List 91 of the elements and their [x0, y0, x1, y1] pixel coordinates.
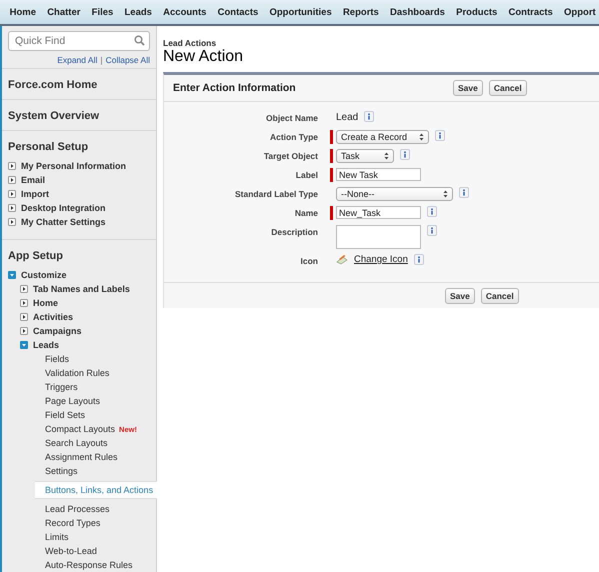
updown-caret-icon	[384, 152, 389, 160]
nav-item[interactable]: Activities	[33, 312, 74, 322]
nav-link[interactable]: Assignment Rules	[45, 450, 150, 464]
expand-toggle-icon[interactable]	[20, 285, 28, 293]
info-icon[interactable]	[427, 225, 437, 236]
nav-item[interactable]: Campaigns	[33, 326, 82, 336]
info-icon[interactable]	[427, 206, 437, 217]
section-title[interactable]: Personal Setup	[8, 141, 150, 153]
nav-item[interactable]: Customize	[21, 270, 67, 280]
search-field[interactable]: Quick Find	[8, 31, 150, 51]
select-field[interactable]: Task	[336, 149, 394, 163]
nav-tab[interactable]: Contracts	[502, 6, 558, 18]
select-field[interactable]: Create a Record	[336, 130, 429, 144]
nav-tab[interactable]: Opport	[558, 6, 599, 18]
field-value: Lead	[336, 111, 358, 123]
expand-toggle-icon[interactable]	[20, 313, 28, 321]
nav-item[interactable]: Leads	[33, 340, 60, 350]
nav-link[interactable]: Lead Processes	[45, 502, 150, 516]
section-title[interactable]: Force.com Home	[8, 79, 150, 91]
separator: |	[100, 55, 103, 65]
nav-link[interactable]: Record Types	[45, 516, 150, 530]
nav-tab[interactable]: Products	[450, 6, 503, 18]
action-button[interactable]: Cancel	[488, 80, 527, 96]
expand-all-link[interactable]: Expand All	[57, 55, 98, 65]
field-label: Icon	[300, 255, 319, 266]
nav-tab[interactable]: Home	[4, 6, 42, 18]
nav-link[interactable]: Auto-Response Rules	[45, 558, 150, 572]
updown-caret-icon	[419, 133, 424, 141]
collapse-all-link[interactable]: Collapse All	[106, 55, 150, 65]
nav-link[interactable]: Web-to-Lead	[45, 544, 150, 558]
nav-item[interactable]: My Chatter Settings	[21, 217, 106, 227]
field-label: Action Type	[268, 131, 319, 142]
expand-toggle-icon[interactable]	[8, 162, 16, 170]
info-icon[interactable]	[459, 187, 469, 198]
panel-title: Enter Action Information	[173, 82, 297, 94]
nav-link[interactable]: Fields	[45, 352, 150, 366]
expand-toggle-icon[interactable]	[8, 218, 16, 226]
nav-tab[interactable]: Dashboards	[384, 6, 451, 18]
input-field[interactable]: New Task	[336, 168, 421, 181]
nav-item[interactable]: Home	[33, 298, 58, 308]
section-title[interactable]: App Setup	[8, 250, 150, 262]
field-label: Description	[270, 226, 319, 237]
select-field[interactable]: --None--	[336, 187, 453, 201]
page-title: New Action	[163, 48, 244, 66]
action-button[interactable]: Cancel	[480, 288, 519, 304]
field-label: Standard Label Type	[234, 188, 319, 199]
nav-link[interactable]: Limits	[45, 530, 150, 544]
nav-tab[interactable]: Contacts	[212, 6, 264, 18]
input-field[interactable]: New_Task	[336, 206, 421, 219]
nav-tab[interactable]: Chatter	[42, 6, 86, 18]
nav-tab[interactable]: Opportunities	[264, 6, 338, 18]
nav-tab[interactable]: Leads	[118, 6, 158, 18]
search-icon[interactable]	[134, 35, 145, 46]
nav-tab[interactable]: Files	[86, 6, 119, 18]
breadcrumb: Lead Actions	[163, 38, 218, 48]
action-button[interactable]: Save	[453, 80, 483, 96]
nav-item[interactable]: Desktop Integration	[21, 203, 106, 213]
collapse-toggle-icon[interactable]	[20, 341, 28, 349]
collapse-toggle-icon[interactable]	[8, 271, 16, 279]
nav-item[interactable]: My Personal Information	[21, 161, 126, 171]
nav-item[interactable]: Tab Names and Labels	[33, 284, 130, 294]
info-icon[interactable]	[435, 130, 445, 141]
nav-item[interactable]: Import	[21, 189, 49, 199]
nav-link[interactable]: Search Layouts	[45, 436, 150, 450]
field-label: Object Name	[265, 112, 319, 123]
field-label: Name	[294, 207, 319, 218]
expand-toggle-icon[interactable]	[20, 299, 28, 307]
expand-toggle-icon[interactable]	[8, 204, 16, 212]
section-title[interactable]: System Overview	[8, 110, 150, 122]
expand-toggle-icon[interactable]	[8, 176, 16, 184]
expand-toggle-icon[interactable]	[8, 190, 16, 198]
updown-caret-icon	[443, 190, 448, 198]
field-label: Label	[294, 169, 319, 180]
change-icon-link[interactable]: Change Icon	[354, 254, 408, 265]
info-icon[interactable]	[400, 149, 410, 160]
field-label: Target Object	[262, 150, 319, 161]
nav-link[interactable]: Validation Rules	[45, 366, 150, 380]
info-icon[interactable]	[364, 111, 374, 122]
notepad-icon	[336, 254, 348, 265]
nav-item[interactable]: Email	[21, 175, 46, 185]
expand-toggle-icon[interactable]	[20, 327, 28, 335]
action-button[interactable]: Save	[445, 288, 475, 304]
nav-link[interactable]: Page Layouts	[45, 394, 150, 408]
nav-tab[interactable]: Accounts	[158, 6, 212, 18]
info-icon[interactable]	[414, 254, 424, 265]
nav-link[interactable]: Settings	[45, 464, 150, 478]
nav-tab[interactable]: Reports	[337, 6, 384, 18]
nav-link[interactable]: Triggers	[45, 380, 150, 394]
nav-link[interactable]: Buttons, Links, and Actions	[35, 481, 157, 499]
nav-link[interactable]: Field Sets	[45, 408, 150, 422]
textarea-field[interactable]	[336, 225, 421, 249]
